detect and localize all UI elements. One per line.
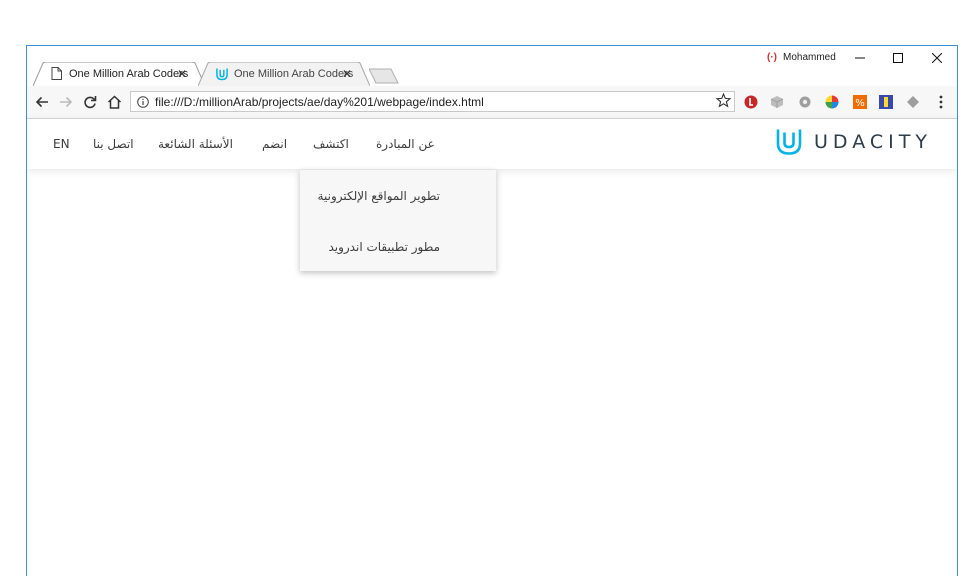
- dropdown-item-web-development[interactable]: تطوير المواقع الإلكترونية: [318, 189, 440, 203]
- tab-active[interactable]: One Million Arab Coders ✕: [33, 62, 205, 86]
- browser-toolbar: file:///D:/millionArab/projects/ae/day%2…: [27, 86, 957, 119]
- page-icon: [51, 67, 63, 81]
- page-content: EN اتصل بنا الأسئلة الشائعة انضم اكتشف ع…: [27, 119, 957, 576]
- url-text: file:///D:/millionArab/projects/ae/day%2…: [155, 94, 484, 109]
- menu-kebab-icon[interactable]: [933, 94, 949, 110]
- nav-faq[interactable]: الأسئلة الشائعة: [158, 137, 233, 151]
- forward-arrow-icon: [60, 96, 73, 108]
- back-button[interactable]: [33, 93, 51, 111]
- nav-explore[interactable]: اكتشف: [313, 137, 349, 151]
- udacity-favicon-icon: [216, 67, 228, 81]
- tab-title: One Million Arab Coders: [234, 68, 354, 80]
- logo-text: UDACITY: [814, 130, 932, 153]
- tab-title: One Million Arab Coders: [69, 68, 189, 80]
- address-bar[interactable]: file:///D:/millionArab/projects/ae/day%2…: [130, 91, 735, 112]
- svg-text:%: %: [855, 98, 865, 109]
- minimize-button[interactable]: [841, 48, 879, 68]
- extension-gear-icon[interactable]: [797, 94, 813, 110]
- udacity-logo[interactable]: UDACITY: [776, 128, 932, 155]
- home-icon: [107, 95, 121, 109]
- extension-red-circle-icon[interactable]: [743, 94, 759, 110]
- extension-diamond-icon[interactable]: [905, 94, 921, 110]
- user-profile-icon: (·): [767, 52, 777, 63]
- extension-cube-icon[interactable]: [769, 94, 785, 110]
- dropdown-item-android-developer[interactable]: مطور تطبيقات اندرويد: [328, 240, 440, 254]
- explore-dropdown-menu: تطوير المواقع الإلكترونية مطور تطبيقات ا…: [300, 170, 496, 271]
- forward-button[interactable]: [57, 93, 75, 111]
- close-window-button[interactable]: [918, 48, 956, 68]
- close-icon[interactable]: ✕: [177, 67, 187, 81]
- reload-button[interactable]: [81, 93, 99, 111]
- maximize-button[interactable]: [879, 48, 917, 68]
- udacity-logo-icon: [776, 129, 802, 155]
- site-header: EN اتصل بنا الأسئلة الشائعة انضم اكتشف ع…: [27, 119, 957, 169]
- close-icon[interactable]: ✕: [342, 67, 352, 81]
- new-tab-button[interactable]: [369, 68, 399, 84]
- back-arrow-icon: [35, 96, 48, 108]
- extension-percent-icon[interactable]: %: [852, 94, 868, 110]
- extension-colorwheel-icon[interactable]: [824, 94, 840, 110]
- extension-flag-icon[interactable]: [878, 94, 894, 110]
- nav-about[interactable]: عن المبادرة: [376, 137, 435, 151]
- reload-icon: [84, 96, 97, 109]
- nav-join[interactable]: انضم: [262, 137, 287, 151]
- tab-inactive[interactable]: One Million Arab Coders ✕: [198, 62, 370, 86]
- title-bar: One Million Arab Coders ✕ One Million Ar…: [27, 46, 957, 86]
- nav-language-en[interactable]: EN: [53, 137, 70, 151]
- user-name: Mohammed: [783, 52, 836, 63]
- nav-contact[interactable]: اتصل بنا: [93, 137, 134, 151]
- bookmark-star-icon[interactable]: [715, 92, 732, 111]
- browser-window: One Million Arab Coders ✕ One Million Ar…: [26, 45, 958, 576]
- home-button[interactable]: [105, 93, 123, 111]
- info-icon[interactable]: [135, 95, 151, 108]
- profile-button[interactable]: (·) Mohammed: [767, 52, 836, 63]
